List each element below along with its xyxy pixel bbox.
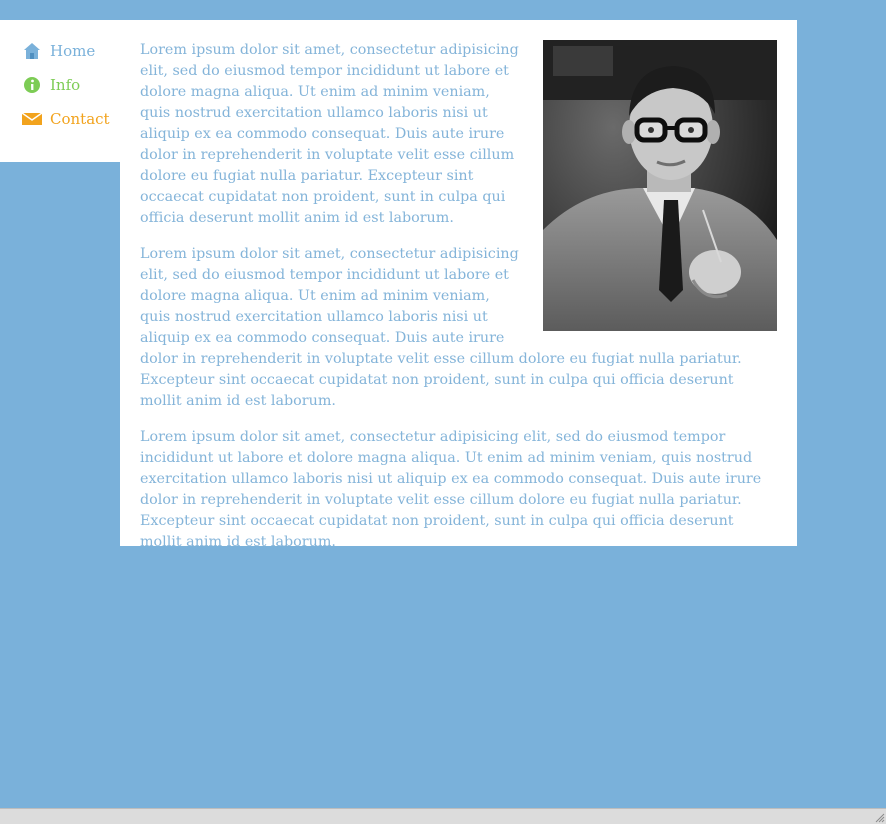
nav-item-info[interactable]: Info: [22, 75, 80, 95]
nav-label-info: Info: [50, 76, 81, 94]
sidebar-nav: Home Info Contact: [0, 20, 120, 162]
portrait-photo: [543, 40, 777, 331]
resize-grip-icon[interactable]: [873, 811, 885, 823]
nav-label-home: Home: [50, 42, 96, 60]
nav-item-home[interactable]: Home: [22, 41, 95, 61]
nav-label-contact: Contact: [50, 110, 110, 128]
nav-item-contact[interactable]: Contact: [22, 109, 110, 129]
status-bar: [0, 808, 886, 824]
home-icon: [22, 41, 42, 61]
main-content: Lorem ipsum dolor sit amet, consectetur …: [120, 20, 797, 550]
mail-icon: [22, 109, 42, 129]
info-icon: [22, 75, 42, 95]
paragraph: Lorem ipsum dolor sit amet, consectetur …: [140, 429, 762, 550]
